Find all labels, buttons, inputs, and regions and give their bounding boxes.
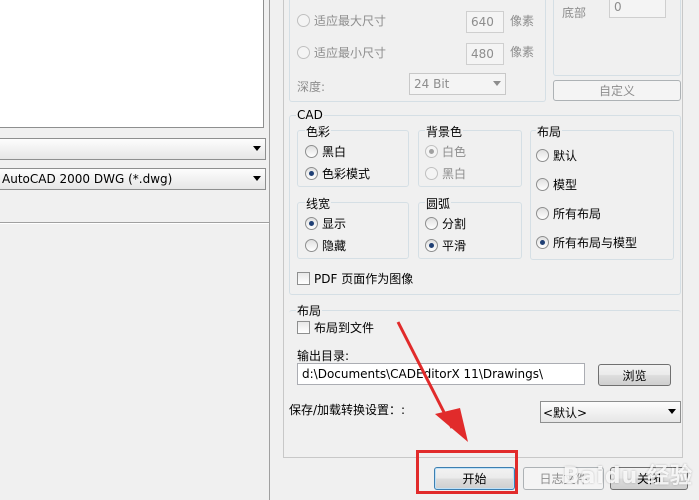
custom-button[interactable]: 自定义 [553, 80, 681, 101]
chevron-down-icon [493, 81, 501, 86]
color-bw-radio[interactable] [305, 145, 318, 158]
left-pane: AutoCAD 2000 DWG (*.dwg) [0, 0, 272, 500]
arc-split-label: 分割 [442, 217, 467, 231]
layout-default-option[interactable]: 默认 [536, 147, 577, 164]
linewidth-hide-radio[interactable] [305, 239, 318, 252]
color-mode-radio[interactable] [305, 167, 318, 180]
arc-split-option[interactable]: 分割 [425, 215, 466, 232]
color-mode-label: 色彩模式 [322, 167, 371, 181]
color-bw-option[interactable]: 黑白 [305, 143, 346, 160]
custom-button-label: 自定义 [598, 84, 635, 98]
format-combo-2-value: AutoCAD 2000 DWG (*.dwg) [2, 172, 173, 186]
layout-default-radio[interactable] [536, 149, 549, 162]
bg-black-label: 黑白 [442, 167, 467, 181]
layout-model-radio[interactable] [536, 178, 549, 191]
linewidth-show-radio[interactable] [305, 217, 318, 230]
fit-min-label: 适应最小尺寸 [314, 46, 387, 60]
arc-group-title: 圆弧 [425, 195, 452, 212]
arc-smooth-radio[interactable] [425, 239, 438, 252]
pane-divider [269, 0, 270, 500]
highlight-box [416, 450, 518, 494]
linewidth-group-title: 线宽 [305, 195, 332, 212]
color-bw-label: 黑白 [322, 145, 347, 159]
pdf-as-image-option[interactable]: PDF 页面作为图像 [297, 270, 413, 287]
fit-max-input[interactable]: 640 [466, 11, 504, 33]
fit-max-option[interactable]: 适应最大尺寸 [297, 12, 386, 29]
linewidth-hide-option[interactable]: 隐藏 [305, 237, 346, 254]
layout-section-title: 布局 [296, 302, 323, 319]
fit-max-label: 适应最大尺寸 [314, 14, 387, 28]
fit-min-radio[interactable] [297, 46, 310, 59]
bg-white-label: 白色 [442, 145, 467, 159]
layout-all-radio[interactable] [536, 207, 549, 220]
fit-min-option[interactable]: 适应最小尺寸 [297, 44, 386, 61]
layout-all-label: 所有布局 [553, 207, 602, 221]
background-group-title: 背景色 [425, 123, 464, 140]
layout-to-file-option[interactable]: 布局到文件 [297, 319, 374, 336]
layout-all-model-radio[interactable] [536, 236, 549, 249]
file-list[interactable] [0, 0, 264, 128]
layout-model-option[interactable]: 模型 [536, 176, 577, 193]
format-combo-1[interactable] [0, 138, 266, 160]
fit-min-unit: 像素 [510, 45, 535, 59]
chevron-down-icon [253, 146, 261, 151]
depth-label: 深度: [297, 80, 326, 94]
layout-all-option[interactable]: 所有布局 [536, 205, 601, 222]
linewidth-show-label: 显示 [322, 217, 347, 231]
bottom-value: 0 [614, 0, 622, 14]
arc-smooth-option[interactable]: 平滑 [425, 237, 466, 254]
linewidth-hide-label: 隐藏 [322, 239, 347, 253]
settings-select[interactable]: <默认> [540, 401, 681, 423]
cad-group-title: CAD [296, 108, 324, 122]
arc-split-radio[interactable] [425, 217, 438, 230]
chevron-down-icon [253, 176, 261, 181]
bg-white-option[interactable]: 白色 [425, 143, 466, 160]
depth-value: 24 Bit [414, 77, 450, 91]
fit-max-value: 640 [471, 15, 494, 29]
pdf-as-image-checkbox[interactable] [297, 272, 310, 285]
arc-smooth-label: 平滑 [442, 239, 467, 253]
layout-model-label: 模型 [553, 178, 578, 192]
layout-to-file-label: 布局到文件 [314, 321, 375, 335]
output-dir-label: 输出目录: [297, 349, 350, 363]
fit-min-value: 480 [471, 47, 494, 61]
bg-black-option[interactable]: 黑白 [425, 165, 466, 182]
depth-select[interactable]: 24 Bit [409, 73, 506, 95]
browse-button-label: 浏览 [622, 368, 647, 383]
fit-min-input[interactable]: 480 [466, 43, 504, 65]
format-combo-2[interactable]: AutoCAD 2000 DWG (*.dwg) [0, 168, 266, 190]
bottom-label: 底部 [562, 6, 587, 20]
watermark: Baidu 经验 [562, 464, 693, 489]
layout-all-model-option[interactable]: 所有布局与模型 [536, 234, 637, 251]
pdf-as-image-label: PDF 页面作为图像 [314, 272, 414, 286]
color-mode-option[interactable]: 色彩模式 [305, 165, 370, 182]
bg-black-radio[interactable] [425, 167, 438, 180]
layout-all-model-label: 所有布局与模型 [553, 236, 638, 250]
fit-max-radio[interactable] [297, 14, 310, 27]
bottom-input[interactable]: 0 [609, 0, 666, 18]
layout-group-title: 布局 [536, 123, 563, 140]
annotation-arrow-icon [396, 321, 468, 442]
layout-to-file-checkbox[interactable] [297, 321, 310, 334]
bg-white-radio[interactable] [425, 145, 438, 158]
browse-button[interactable]: 浏览 [598, 364, 671, 386]
linewidth-show-option[interactable]: 显示 [305, 215, 346, 232]
left-divider [0, 222, 270, 224]
fit-max-unit: 像素 [510, 14, 535, 28]
layout-default-label: 默认 [553, 149, 578, 163]
settings-value: <默认> [543, 405, 588, 420]
color-group-title: 色彩 [305, 123, 332, 140]
chevron-down-icon [668, 409, 676, 414]
